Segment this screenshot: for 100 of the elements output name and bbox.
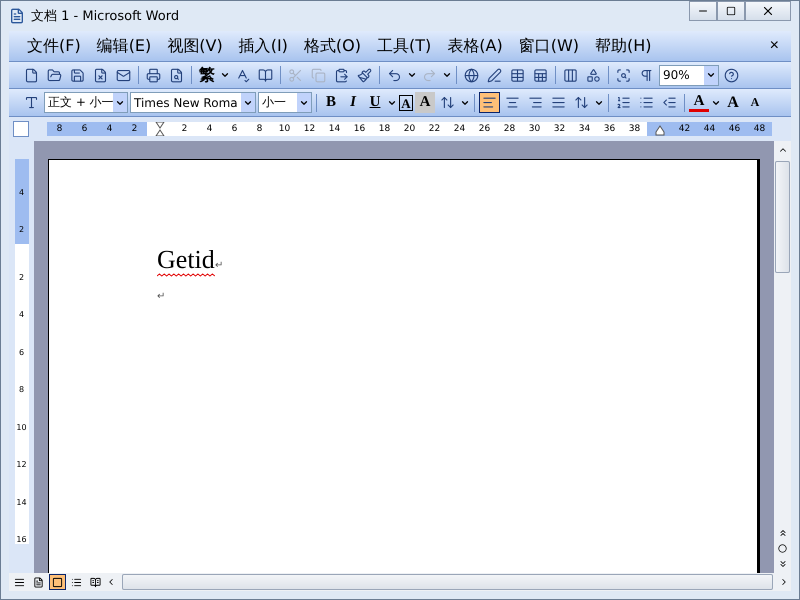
align-left-icon bbox=[482, 95, 497, 110]
ruler-number: 44 bbox=[697, 122, 722, 136]
ruler-number: 42 bbox=[672, 122, 697, 136]
menu-item[interactable]: 插入(I) bbox=[232, 34, 294, 58]
ruler-number: 4 bbox=[18, 186, 26, 196]
pilcrow-icon bbox=[639, 68, 654, 82]
window-title: 文档 1 - Microsoft Word bbox=[31, 8, 180, 25]
character-shading-button[interactable]: A bbox=[415, 92, 435, 113]
menu-item[interactable]: 窗口(W) bbox=[512, 34, 586, 58]
ruler-number: 32 bbox=[547, 122, 572, 136]
ruler-number: 14 bbox=[322, 122, 347, 136]
close-icon bbox=[761, 4, 775, 18]
indent-marker-icon[interactable] bbox=[154, 122, 164, 136]
align-center-icon bbox=[505, 95, 520, 110]
ruler-number: 16 bbox=[15, 534, 28, 544]
grow-font-button[interactable]: A bbox=[723, 92, 743, 113]
ruler-number: 24 bbox=[447, 122, 472, 136]
ruler-number: 2 bbox=[122, 122, 147, 136]
underline-button[interactable]: U bbox=[365, 92, 385, 113]
close-button[interactable] bbox=[745, 1, 791, 21]
web-view-icon bbox=[33, 576, 44, 588]
ruler-number: 12 bbox=[15, 459, 28, 469]
ruler-number: 4 bbox=[197, 122, 222, 136]
line-spacing-icon bbox=[574, 95, 589, 110]
decrease-indent-icon bbox=[662, 95, 677, 110]
printer-icon bbox=[146, 68, 161, 82]
shrink-font-button[interactable]: A bbox=[745, 92, 765, 113]
undo-icon bbox=[387, 68, 402, 82]
zoom-dropdown[interactable]: 90% bbox=[659, 64, 719, 86]
magnifier-icon bbox=[616, 68, 631, 82]
paragraph: Getid↵ bbox=[157, 245, 757, 275]
menu-item[interactable]: 视图(V) bbox=[161, 34, 229, 58]
ruler-number: 28 bbox=[497, 122, 522, 136]
ruler-number: 10 bbox=[272, 122, 297, 136]
ruler-number: 30 bbox=[522, 122, 547, 136]
maximize-icon bbox=[726, 6, 736, 16]
horizontal-scrollbar[interactable] bbox=[122, 574, 773, 590]
font-dropdown[interactable]: Times New Roma bbox=[130, 92, 256, 113]
new-page-icon bbox=[24, 68, 39, 82]
vertical-scrollbar[interactable] bbox=[774, 141, 791, 573]
ruler-number: 8 bbox=[18, 384, 26, 394]
ruler-number: 4 bbox=[97, 122, 122, 136]
normal-view-icon bbox=[14, 576, 25, 588]
reading-view-icon bbox=[90, 576, 101, 588]
scroll-thumb[interactable] bbox=[775, 161, 790, 273]
table-icon bbox=[510, 68, 525, 82]
ruler-number: 26 bbox=[472, 122, 497, 136]
ruler-number: 14 bbox=[15, 496, 28, 506]
ruler-number: 12 bbox=[297, 122, 322, 136]
next-page-icon[interactable] bbox=[778, 559, 788, 569]
ruler-number: 16 bbox=[347, 122, 372, 136]
menu-item[interactable]: 格式(O) bbox=[298, 34, 367, 58]
ruler-number: 6 bbox=[18, 346, 26, 356]
menu-item[interactable]: 帮助(H) bbox=[589, 34, 658, 58]
ruler-number: 10 bbox=[15, 422, 28, 432]
tab-selector[interactable] bbox=[13, 121, 29, 137]
align-left-button[interactable] bbox=[479, 92, 500, 113]
ruler-number: 38 bbox=[622, 122, 647, 136]
style-dropdown[interactable]: 正文 + 小一 bbox=[44, 92, 128, 113]
copy-icon bbox=[311, 68, 326, 82]
ruler-number: 2 bbox=[172, 122, 197, 136]
ruler-number: 22 bbox=[422, 122, 447, 136]
shapes-icon bbox=[586, 68, 601, 82]
menu-item[interactable]: 编辑(E) bbox=[90, 34, 158, 58]
character-border-button[interactable]: A bbox=[399, 94, 413, 110]
print-preview-icon bbox=[169, 68, 184, 82]
columns-icon bbox=[563, 68, 578, 82]
font-size-dropdown[interactable]: 小一 bbox=[258, 92, 312, 113]
font-color-button[interactable]: A bbox=[689, 93, 709, 112]
close-document-button[interactable]: × bbox=[764, 36, 785, 56]
menu-item[interactable]: 工具(T) bbox=[371, 34, 438, 58]
ruler-number: 2 bbox=[18, 224, 26, 234]
folder-icon bbox=[47, 68, 62, 82]
numbered-list-icon bbox=[616, 95, 631, 110]
ruler-number: 8 bbox=[47, 122, 72, 136]
help-icon bbox=[724, 68, 739, 82]
ruler-number: 36 bbox=[597, 122, 622, 136]
menu-item[interactable]: 文件(F) bbox=[21, 34, 87, 58]
ruler-number: 6 bbox=[72, 122, 97, 136]
ruler-number: 8 bbox=[247, 122, 272, 136]
paste-icon bbox=[334, 68, 349, 82]
ruler-number: 48 bbox=[747, 122, 772, 136]
menu-item[interactable]: 表格(A) bbox=[441, 34, 509, 58]
maximize-button[interactable] bbox=[717, 1, 745, 21]
traditional-chinese-button[interactable]: 繁 bbox=[196, 64, 218, 86]
outline-view-icon bbox=[71, 576, 82, 588]
ruler-number: 20 bbox=[397, 122, 422, 136]
redo-icon bbox=[422, 68, 437, 82]
bold-button[interactable]: B bbox=[321, 92, 341, 113]
bullet-list-icon bbox=[639, 95, 654, 110]
print-layout-icon bbox=[52, 576, 63, 588]
book-icon bbox=[258, 68, 273, 82]
browse-object-icon[interactable] bbox=[778, 544, 787, 553]
format-painter-icon bbox=[357, 68, 372, 82]
justify-icon bbox=[551, 95, 566, 110]
italic-button[interactable]: I bbox=[343, 92, 363, 113]
print-layout-button[interactable] bbox=[49, 574, 66, 590]
ruler-number: 6 bbox=[222, 122, 247, 136]
previous-page-icon[interactable] bbox=[778, 528, 788, 538]
document-icon bbox=[9, 8, 25, 24]
